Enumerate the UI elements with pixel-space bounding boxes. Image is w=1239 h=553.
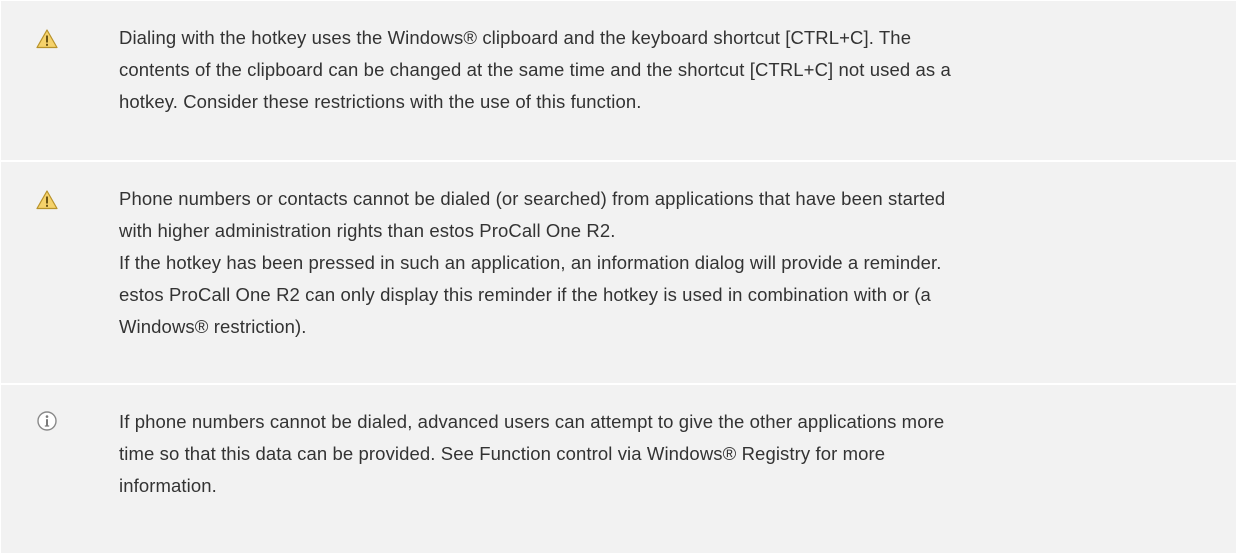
info-note-registry: If phone numbers cannot be dialed, advan…	[1, 385, 1236, 553]
note-line: If phone numbers cannot be dialed, advan…	[119, 411, 945, 432]
note-line: information.	[119, 475, 217, 496]
note-line: contents of the clipboard can be changed…	[119, 59, 951, 80]
note-line: If the hotkey has been pressed in such a…	[119, 252, 942, 273]
notes-container: Dialing with the hotkey uses the Windows…	[0, 0, 1239, 553]
warning-note-admin-rights: Phone numbers or contacts cannot be dial…	[1, 162, 1236, 383]
note-line: Phone numbers or contacts cannot be dial…	[119, 188, 946, 209]
warning-note-clipboard: Dialing with the hotkey uses the Windows…	[1, 1, 1236, 160]
note-line: with higher administration rights than e…	[119, 220, 616, 241]
note-line: hotkey. Consider these restrictions with…	[119, 91, 642, 112]
note-line: estos ProCall One R2 can only display th…	[119, 284, 931, 305]
note-line: Windows® restriction).	[119, 316, 307, 337]
warning-icon	[36, 28, 58, 50]
note-line: Dialing with the hotkey uses the Windows…	[119, 27, 912, 48]
info-icon	[36, 410, 58, 432]
note-text: Phone numbers or contacts cannot be dial…	[119, 183, 1216, 343]
note-text: If phone numbers cannot be dialed, advan…	[119, 406, 1216, 502]
warning-icon	[36, 189, 58, 211]
note-text: Dialing with the hotkey uses the Windows…	[119, 22, 1216, 118]
note-line: time so that this data can be provided. …	[119, 443, 886, 464]
